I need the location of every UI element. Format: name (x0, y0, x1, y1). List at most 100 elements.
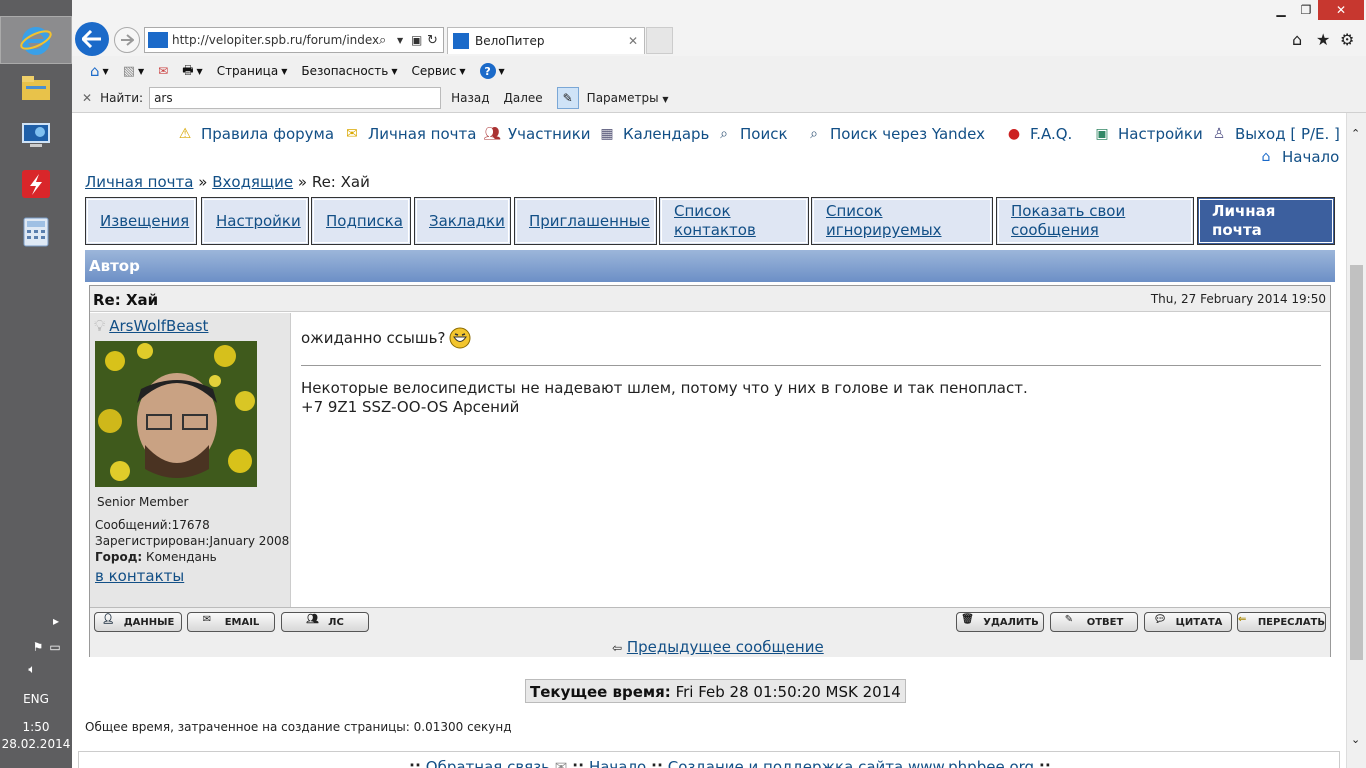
nav-logout[interactable]: ♙ Выход [ P/E. ] (1209, 125, 1340, 143)
nav-calendar-label: Календарь (623, 125, 710, 143)
file-explorer-taskbar-button[interactable] (0, 64, 72, 112)
compat-view-icon[interactable]: ▣ (411, 33, 427, 47)
tab-settings[interactable]: Настройки (201, 197, 309, 245)
feedback-mail-icon: ✉ (554, 758, 568, 768)
tools-menu[interactable]: Сервис ▼ (412, 64, 466, 78)
breadcrumb-pm[interactable]: Личная почта (85, 173, 193, 191)
search-icon[interactable]: ⌕ (379, 33, 397, 48)
address-url[interactable]: http://velopiter.spb.ru/forum/index.ph (168, 33, 379, 47)
print-command[interactable]: 🖶︎ ▼ (182, 61, 202, 82)
tab-ignore-list[interactable]: Список игнорируемых (811, 197, 993, 245)
tab-label: Приглашенные (529, 211, 650, 230)
tab-invited[interactable]: Приглашенные (514, 197, 657, 245)
tab-my-messages[interactable]: Показать свои сообщения (996, 197, 1194, 245)
highlight-icon[interactable]: ✎ (556, 87, 579, 109)
find-next-button[interactable]: Далее (504, 91, 543, 105)
author-registered: Зарегистрирован:January 2008 (95, 534, 289, 548)
button-label: УДАЛИТЬ (983, 616, 1039, 628)
tray-expand-icon[interactable]: ▸ (48, 614, 64, 628)
home-command[interactable]: ⌂ ▼ (90, 62, 109, 80)
find-options-button[interactable]: Параметры ▼ (587, 91, 669, 105)
safety-menu[interactable]: Безопасность ▼ (301, 64, 397, 78)
nav-search[interactable]: ⌕ Поиск (714, 125, 788, 143)
refresh-icon[interactable]: ↻ (427, 33, 443, 48)
remote-desktop-taskbar-button[interactable] (0, 112, 72, 160)
private-message: Re: Хай Thu, 27 February 2014 19:50 💡︎ A… (89, 285, 1331, 657)
address-dropdown-icon[interactable]: ▼ (397, 36, 411, 45)
read-mail-command[interactable]: ✉ (158, 64, 168, 78)
nav-faq[interactable]: ● F.A.Q. (1004, 125, 1072, 143)
tab-bookmarks[interactable]: Закладки (414, 197, 511, 245)
ie-taskbar-button[interactable] (0, 16, 72, 64)
credits-link[interactable]: Создание и поддержка сайта www.phpbee.or… (668, 758, 1034, 768)
find-close-icon[interactable]: ✕ (82, 91, 92, 105)
reply-icon: ✎ (1064, 614, 1074, 625)
message-text: ожиданно ссышь? (301, 329, 446, 347)
help-menu[interactable]: ? ▼ (479, 63, 505, 79)
nav-members[interactable]: 👥︎ Участники (482, 125, 590, 143)
close-window-button[interactable]: ✕ (1318, 0, 1364, 20)
calculator-taskbar-button[interactable] (0, 208, 72, 256)
tab-close-icon[interactable]: ✕ (628, 34, 644, 48)
email-button[interactable]: ✉ EMAIL (187, 612, 275, 632)
profile-button[interactable]: 👤︎ ДАННЫЕ (94, 612, 182, 632)
title-bar: http://velopiter.spb.ru/forum/index.ph ⌕… (72, 0, 1366, 56)
forward-icon: ⇐ (1238, 614, 1247, 625)
reply-button[interactable]: ✎ ОТВЕТ (1050, 612, 1138, 632)
clock-date[interactable]: 28.02.2014 (0, 737, 72, 751)
volume-icon[interactable]: 🔈︎ (22, 662, 42, 677)
language-indicator[interactable]: ENG (0, 692, 72, 706)
author-name-link[interactable]: ArsWolfBeast (109, 317, 208, 335)
scroll-thumb[interactable] (1350, 265, 1363, 660)
feeds-command[interactable]: ▧ ▼ (123, 64, 144, 79)
nav-calendar[interactable]: ▦ Календарь (597, 125, 709, 143)
nav-rules[interactable]: ⚠ Правила форума (175, 125, 334, 143)
quote-button[interactable]: 💬︎ ЦИТАТА (1144, 612, 1232, 632)
nav-yandex-search[interactable]: ⌕ Поиск через Yandex (804, 125, 985, 143)
page-scrollbar[interactable]: ⌃ ⌄ (1346, 113, 1366, 768)
home-icon[interactable]: ⌂ (1292, 30, 1302, 49)
footer-home-link[interactable]: Начало (589, 758, 646, 768)
back-button[interactable] (75, 22, 109, 56)
restore-button[interactable]: ❐ (1294, 0, 1318, 20)
tab-contacts[interactable]: Список контактов (659, 197, 809, 245)
forward-button[interactable] (114, 27, 140, 53)
magnifier-yandex-icon: ⌕ (810, 126, 818, 142)
safety-menu-label: Безопасность (301, 64, 389, 78)
scroll-down-icon[interactable]: ⌄ (1351, 733, 1360, 746)
nav-settings[interactable]: ▣ Настройки (1092, 125, 1202, 143)
nav-pm[interactable]: ✉ Личная почта (342, 125, 476, 143)
nav-search-label: Поиск (740, 125, 788, 143)
flash-taskbar-button[interactable] (0, 160, 72, 208)
find-input[interactable]: ars (149, 87, 442, 109)
address-bar[interactable]: http://velopiter.spb.ru/forum/index.ph ⌕… (144, 27, 444, 53)
find-prev-button[interactable]: Назад (451, 91, 489, 105)
favorites-star-icon[interactable]: ★ (1316, 30, 1330, 49)
settings-gear-icon[interactable]: ⚙ (1340, 30, 1354, 49)
tab-notifications[interactable]: Извещения (85, 197, 197, 245)
tab-private-mail[interactable]: Личная почта (1197, 197, 1335, 245)
clock-time[interactable]: 1:50 (0, 720, 72, 734)
tab-label: Показать свои сообщения (1011, 202, 1126, 239)
minimize-button[interactable]: ▁ (1268, 0, 1294, 20)
pm-button[interactable]: 👥︎ ЛС (281, 612, 369, 632)
feedback-link[interactable]: Обратная связь (426, 758, 550, 768)
network-icon[interactable]: ▭ (45, 640, 65, 654)
delete-button[interactable]: 🗑︎ УДАЛИТЬ (956, 612, 1044, 632)
nav-home-label: Начало (1282, 148, 1340, 166)
message-title: Re: Хай (93, 291, 159, 309)
new-tab-button[interactable] (646, 27, 673, 54)
forward-button[interactable]: ⇐ ПЕРЕСЛАТЬ (1237, 612, 1326, 632)
find-bar: ✕ Найти: ars Назад Далее ✎ Параметры ▼ (72, 86, 1366, 110)
page-menu[interactable]: Страница ▼ (217, 64, 288, 78)
add-to-contacts-link[interactable]: в контакты (95, 567, 184, 585)
prev-message-link[interactable]: ⇦ Предыдущее сообщение (612, 638, 824, 656)
tab-velopiter[interactable]: ВелоПитер ✕ (447, 27, 645, 54)
breadcrumb-inbox[interactable]: Входящие (212, 173, 293, 191)
scroll-up-icon[interactable]: ⌃ (1351, 127, 1360, 140)
current-time: Текущее время: Fri Feb 28 01:50:20 MSK 2… (525, 679, 906, 703)
registered-label: Зарегистрирован: (95, 534, 210, 548)
tab-subscriptions[interactable]: Подписка (311, 197, 411, 245)
author-rank: Senior Member (97, 495, 189, 509)
nav-home[interactable]: ⌂ Начало (1256, 148, 1340, 166)
